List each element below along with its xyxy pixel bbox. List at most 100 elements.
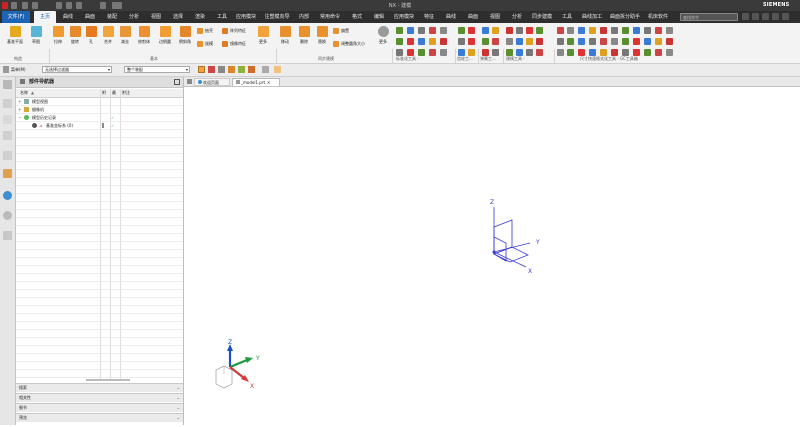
tab-analysis-2[interactable]: 分析 bbox=[507, 11, 527, 23]
maximize-icon[interactable] bbox=[752, 13, 759, 20]
tab-mold-wizard[interactable]: 注塑模向导 bbox=[261, 11, 293, 23]
maximize-icon[interactable] bbox=[174, 79, 180, 85]
tool-icon[interactable] bbox=[516, 38, 523, 45]
file-menu[interactable]: 文件(F) bbox=[2, 11, 30, 23]
shell-button[interactable]: 抽壳 bbox=[197, 27, 213, 35]
hole-button[interactable]: 孔 bbox=[84, 26, 98, 45]
expand-icon[interactable]: + bbox=[18, 98, 21, 105]
collapse-icon[interactable]: − bbox=[18, 114, 21, 121]
tool-icon[interactable] bbox=[458, 27, 465, 34]
visibility-icon[interactable] bbox=[32, 123, 37, 128]
tool-icon[interactable] bbox=[418, 38, 425, 45]
edge-blend-button[interactable]: 边倒圆 bbox=[155, 26, 175, 45]
tool-icon[interactable] bbox=[418, 49, 425, 56]
tool-icon[interactable] bbox=[396, 27, 403, 34]
pattern-feature-button[interactable]: 阵列特征 bbox=[222, 27, 246, 35]
tool-icon[interactable] bbox=[600, 49, 607, 56]
tab-sync-modeling[interactable]: 同步建模 bbox=[529, 11, 555, 23]
tab-view-2[interactable]: 视图 bbox=[485, 11, 505, 23]
tool-icon[interactable] bbox=[611, 49, 618, 56]
tool-icon[interactable] bbox=[644, 49, 651, 56]
select-icon[interactable] bbox=[198, 66, 205, 73]
tab-analysis[interactable]: 分析 bbox=[124, 11, 144, 23]
splitter-handle[interactable] bbox=[86, 379, 130, 381]
tool-icon[interactable] bbox=[633, 38, 640, 45]
tree-row-datum-csys[interactable]: ⊿ 基准坐标系 (0) ✓ bbox=[16, 122, 183, 130]
tool-icon[interactable] bbox=[589, 38, 596, 45]
tab-assembly[interactable]: 装配 bbox=[102, 11, 122, 23]
tool-icon[interactable] bbox=[526, 27, 533, 34]
tool-icon[interactable] bbox=[600, 27, 607, 34]
fullscreen-icon[interactable] bbox=[762, 13, 769, 20]
tab-surface[interactable]: 曲面 bbox=[80, 11, 100, 23]
expand-icon[interactable]: + bbox=[18, 106, 21, 113]
tool-icon[interactable] bbox=[482, 27, 489, 34]
tab-tools-2[interactable]: 工具 bbox=[557, 11, 577, 23]
revolve-button[interactable]: 旋转 bbox=[67, 26, 83, 45]
column-latest[interactable]: 最 bbox=[112, 89, 116, 97]
tab-tools[interactable]: 工具 bbox=[212, 11, 232, 23]
resize-blend-button[interactable]: 调整圆角大小 bbox=[333, 40, 365, 48]
tool-icon[interactable] bbox=[622, 27, 629, 34]
tab-list-icon[interactable] bbox=[187, 79, 192, 84]
tab-curve-machining[interactable]: 曲线加工 bbox=[579, 11, 605, 23]
point-icon[interactable] bbox=[238, 66, 245, 73]
tool-icon[interactable] bbox=[644, 38, 651, 45]
tool-icon[interactable] bbox=[666, 27, 673, 34]
accordion-details[interactable]: 细节 ⌄ bbox=[16, 403, 183, 412]
tool-icon[interactable] bbox=[600, 38, 607, 45]
tool-icon[interactable] bbox=[407, 38, 414, 45]
tool-icon[interactable] bbox=[536, 49, 543, 56]
tool-icon[interactable] bbox=[655, 27, 662, 34]
more-sync-button[interactable]: 更多 bbox=[375, 26, 391, 45]
column-comment[interactable]: 附注 bbox=[122, 89, 130, 97]
tool-icon[interactable] bbox=[482, 49, 489, 56]
accordion-preview[interactable]: 预览 ⌄ bbox=[16, 413, 183, 422]
tool-icon[interactable] bbox=[655, 49, 662, 56]
tool-icon[interactable] bbox=[492, 38, 499, 45]
type-filter-dropdown[interactable]: 无选择过滤器 ▾ bbox=[42, 66, 112, 73]
tool-icon[interactable] bbox=[506, 27, 513, 34]
tab-surface-split[interactable]: 曲面拆分助手 bbox=[607, 11, 643, 23]
tab-applications-2[interactable]: 应用模块 bbox=[391, 11, 417, 23]
datum-plane-button[interactable]: 基准平面 bbox=[4, 26, 26, 45]
trim-body-button[interactable]: 修剪体 bbox=[134, 26, 154, 45]
delete-face-button[interactable]: 删除 bbox=[295, 26, 313, 45]
move-face-button[interactable]: 移动 bbox=[276, 26, 294, 45]
tool-icon[interactable] bbox=[589, 49, 596, 56]
web-browser-icon[interactable] bbox=[3, 191, 12, 200]
assembly-navigator-icon[interactable] bbox=[3, 99, 12, 108]
reuse-library-icon[interactable] bbox=[3, 151, 12, 160]
tool-icon[interactable] bbox=[429, 27, 436, 34]
tool-icon[interactable] bbox=[440, 27, 447, 34]
tree-row-cameras[interactable]: + 摄像机 bbox=[16, 106, 183, 114]
accordion-dependencies[interactable]: 相关性 ⌄ bbox=[16, 393, 183, 402]
tab-internal[interactable]: 内部 bbox=[295, 11, 313, 23]
tool-icon[interactable] bbox=[536, 38, 543, 45]
replace-face-button[interactable]: 替换 bbox=[313, 26, 331, 45]
hd3d-tools-icon[interactable] bbox=[3, 169, 12, 178]
grid-icon[interactable] bbox=[218, 66, 225, 73]
tab-welcome-page[interactable]: 欢迎页面 bbox=[194, 78, 230, 86]
close-icon[interactable] bbox=[782, 13, 789, 20]
part-navigator-icon[interactable] bbox=[3, 131, 12, 140]
command-search-input[interactable]: 查找命令 bbox=[680, 13, 738, 21]
tool-icon[interactable] bbox=[492, 27, 499, 34]
tool-icon[interactable] bbox=[396, 38, 403, 45]
tool-icon[interactable] bbox=[506, 38, 513, 45]
tool-icon[interactable] bbox=[644, 27, 651, 34]
tab-home[interactable]: 主页 bbox=[34, 11, 56, 23]
tool-icon[interactable] bbox=[633, 27, 640, 34]
view-orient-icon[interactable] bbox=[262, 66, 269, 73]
tool-icon[interactable] bbox=[557, 27, 564, 34]
snap-point-icon[interactable] bbox=[274, 66, 281, 73]
tool-icon[interactable] bbox=[482, 38, 489, 45]
tool-icon[interactable] bbox=[611, 38, 618, 45]
tab-surface-2[interactable]: 曲面 bbox=[463, 11, 483, 23]
tool-icon[interactable] bbox=[578, 49, 585, 56]
mirror-feature-button[interactable]: 镜像特征 bbox=[222, 40, 246, 48]
tab-view[interactable]: 视图 bbox=[146, 11, 166, 23]
tab-edit[interactable]: 编辑 bbox=[369, 11, 389, 23]
tool-icon[interactable] bbox=[557, 38, 564, 45]
tab-format[interactable]: 格式 bbox=[347, 11, 367, 23]
